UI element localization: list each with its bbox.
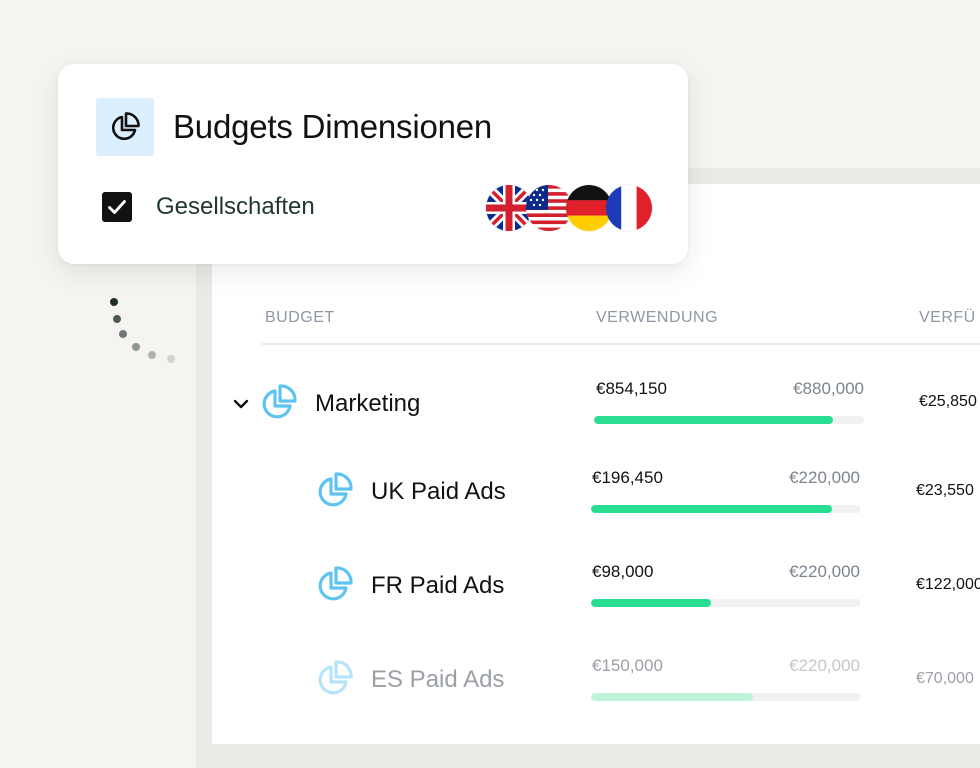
- pie-chart-icon: [318, 472, 353, 507]
- used-amount: €150,000: [592, 656, 663, 675]
- loading-dot: [119, 330, 127, 338]
- checkmark-icon: [108, 200, 126, 214]
- pie-chart-icon: [96, 98, 154, 156]
- budget-name[interactable]: ES Paid Ads: [371, 666, 504, 694]
- loading-dot: [132, 343, 140, 351]
- loading-dot: [113, 315, 121, 323]
- usage-progress-fill: [591, 599, 712, 607]
- france-flag-icon[interactable]: [606, 185, 652, 231]
- checkbox-label[interactable]: Gesellschaften: [156, 193, 315, 221]
- total-amount: €220,000: [789, 656, 860, 675]
- table-row[interactable]: Marketing €854,150 €880,000 €25,850: [0, 363, 980, 443]
- budget-dimensions-card: Budgets Dimensionen Gesellschaften: [58, 64, 688, 264]
- companies-checkbox[interactable]: [102, 192, 132, 222]
- used-amount: €98,000: [592, 562, 654, 581]
- column-header-usage[interactable]: VERWENDUNG: [596, 309, 718, 327]
- usage-progress-fill: [591, 505, 833, 513]
- available-amount: €70,000: [916, 670, 974, 687]
- card-title: Budgets Dimensionen: [173, 108, 493, 145]
- available-amount: €25,850: [919, 393, 977, 410]
- table-row[interactable]: UK Paid Ads €196,450 €220,000 €23,550: [0, 451, 980, 531]
- loading-dot: [148, 351, 156, 359]
- loading-dot: [110, 298, 118, 306]
- pie-chart-icon: [318, 660, 353, 695]
- column-header-available[interactable]: VERFÜ: [919, 309, 976, 327]
- total-amount: €220,000: [789, 562, 860, 581]
- pie-chart-icon: [262, 384, 297, 419]
- usage-progress-fill: [594, 416, 833, 424]
- column-header-budget[interactable]: BUDGET: [265, 309, 335, 327]
- budget-name[interactable]: FR Paid Ads: [371, 572, 504, 600]
- used-amount: €196,450: [592, 468, 663, 487]
- company-flags: [486, 185, 656, 231]
- budget-name[interactable]: Marketing: [315, 390, 420, 418]
- usage-progress-bar: [594, 416, 864, 424]
- total-amount: €220,000: [789, 468, 860, 487]
- used-amount: €854,150: [596, 379, 667, 398]
- total-amount: €880,000: [793, 379, 864, 398]
- table-row[interactable]: ES Paid Ads €150,000 €220,000 €70,000: [0, 639, 980, 719]
- pie-chart-icon: [318, 566, 353, 601]
- header-divider: [262, 343, 980, 345]
- usage-progress-bar: [591, 505, 861, 513]
- available-amount: €122,000: [916, 576, 980, 593]
- usage-progress-bar: [591, 599, 861, 607]
- available-amount: €23,550: [916, 482, 974, 499]
- usage-progress-bar: [591, 693, 861, 701]
- budget-name[interactable]: UK Paid Ads: [371, 478, 506, 506]
- chevron-down-icon[interactable]: [232, 395, 250, 413]
- loading-dot: [167, 355, 175, 363]
- usage-progress-fill: [591, 693, 753, 701]
- table-row[interactable]: FR Paid Ads €98,000 €220,000 €122,000: [0, 545, 980, 625]
